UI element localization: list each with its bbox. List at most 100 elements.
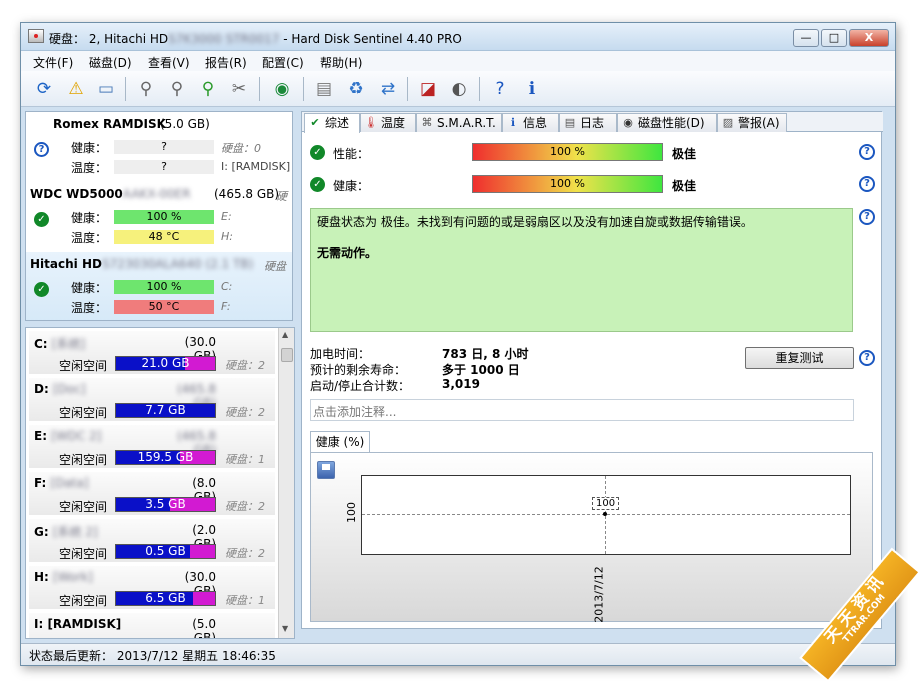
temp-label: 温度：	[71, 231, 108, 245]
report-icon[interactable]: ▤	[311, 76, 337, 102]
power-on-label: 加电时间：	[310, 347, 371, 361]
chart-data-point	[603, 512, 607, 516]
health-grade: 极佳	[672, 179, 697, 193]
magnifier-icon[interactable]: ⚲	[164, 76, 190, 102]
menu-report[interactable]: 报告(R)	[205, 54, 247, 71]
network-icon[interactable]: ⇄	[375, 76, 401, 102]
title-bar[interactable]: 硬盘： 2, Hitachi HDS7K3000 STR0017 - Hard …	[21, 23, 895, 51]
partition-disk-ref: 硬盘：1	[225, 453, 265, 466]
partition-list: C: [系统] (30.0 GB) 空闲空间 21.0 GB 硬盘：2 D: […	[25, 327, 295, 639]
partition-size: (5.0 GB)	[192, 617, 216, 639]
sync-icon[interactable]: ♻	[343, 76, 369, 102]
save-icon[interactable]	[317, 461, 335, 479]
partition-item[interactable]: H: [Work] (30.0 GB) 空闲空间 6.5 GB 硬盘：1	[29, 566, 275, 610]
toolbar: ⟳ ⚠ ▭ ⚲ ⚲ ⚲ ✂ ◉ ▤ ♻ ⇄ ◪ ◐ ? ℹ	[21, 71, 895, 107]
performance-status-icon: ✓	[310, 145, 325, 160]
tab-overview[interactable]: ✔ 综述	[304, 113, 360, 133]
minimize-button[interactable]: —	[793, 29, 819, 47]
disk-item-wdc[interactable]: WDC WD5000AAKX-00ER (465.8 GB) 硬 ✓ 健康： 1…	[26, 182, 292, 252]
window-title: 硬盘： 2, Hitachi HDS7K3000 STR0017 - Hard …	[49, 32, 462, 46]
partition-item[interactable]: C: [系统] (30.0 GB) 空闲空间 21.0 GB 硬盘：2	[29, 331, 275, 375]
scroll-down-icon[interactable]: ▼	[282, 624, 288, 633]
menu-config[interactable]: 配置(C)	[262, 54, 304, 71]
magnifier-ok-icon[interactable]: ⚲	[195, 76, 221, 102]
partition-item[interactable]: I: [RAMDISK] (5.0 GB)	[29, 613, 275, 639]
status-bar: 状态最后更新： 2013/7/12 星期五 18:46:35	[21, 643, 895, 665]
disk-icon[interactable]: ▭	[93, 76, 119, 102]
menu-view[interactable]: 查看(V)	[148, 54, 190, 71]
tab-alerts[interactable]: ▨ 警报(A)	[717, 113, 787, 132]
toolbar-separator	[259, 77, 260, 101]
disk-item-ramdisk[interactable]: Romex RAMDISK (5.0 GB) ? 健康： ? 硬盘：0 温度： …	[26, 112, 292, 182]
menu-file[interactable]: 文件(F)	[33, 54, 73, 71]
check-icon: ✓	[34, 282, 49, 297]
check-icon: ✓	[34, 212, 49, 227]
temp-bar: ?	[114, 160, 214, 174]
title-blurred-model: S7K3000 STR0017	[168, 32, 280, 46]
free-space-label: 空闲空间	[59, 594, 108, 608]
scroll-thumb[interactable]	[281, 348, 293, 362]
health-label: 健康：	[71, 141, 108, 155]
performance-bar: 100 %	[472, 143, 663, 161]
disk-trail: E:	[221, 210, 232, 223]
close-button[interactable]: X	[849, 29, 889, 47]
action-text: 无需动作。	[317, 246, 378, 260]
info-icon[interactable]: ℹ	[519, 76, 545, 102]
partition-item[interactable]: D: [Doc] (465.8 GB) 空闲空间 7.7 GB 硬盘：2	[29, 378, 275, 422]
disk-item-hitachi[interactable]: Hitachi HDS723030ALA640 (2.1 TB) 硬盘 ✓ 健康…	[26, 252, 292, 320]
note-input[interactable]: 点击添加注释...	[310, 399, 854, 421]
disk-size: (5.0 GB)	[160, 117, 210, 131]
help-icon[interactable]: ?	[487, 76, 513, 102]
tab-temperature[interactable]: 🌡 温度	[360, 113, 416, 132]
toolbar-separator	[125, 77, 126, 101]
partition-disk-ref: 硬盘：2	[225, 547, 265, 560]
partition-scrollbar[interactable]: ▲ ▼	[278, 328, 294, 638]
tools-icon[interactable]: ✂	[226, 76, 252, 102]
thermometer-icon: 🌡	[364, 116, 378, 129]
menu-help[interactable]: 帮助(H)	[320, 54, 362, 71]
free-space-label: 空闲空间	[59, 359, 108, 373]
partition-item[interactable]: G: [系统 2] (2.0 GB) 空闲空间 0.5 GB 硬盘：2	[29, 519, 275, 563]
scroll-up-icon[interactable]: ▲	[282, 330, 288, 339]
menu-disk[interactable]: 磁盘(D)	[89, 54, 132, 71]
disk-trail: F:	[221, 300, 231, 313]
free-space-bar: 3.5 GB	[115, 497, 216, 512]
lifetime-value: 多于 1000 日	[442, 363, 520, 377]
partition-item[interactable]: F: [Data] (8.0 GB) 空闲空间 3.5 GB 硬盘：2	[29, 472, 275, 516]
free-space-label: 空闲空间	[59, 500, 108, 514]
magnifier-icon[interactable]: ⚲	[133, 76, 159, 102]
warning-icon[interactable]: ⚠	[63, 76, 89, 102]
toolbar-separator	[407, 77, 408, 101]
tab-info[interactable]: ℹ 信息	[502, 113, 559, 132]
y-tick-label: 100	[345, 502, 358, 523]
temp-label: 温度：	[71, 161, 108, 175]
health-bar: 100 %	[472, 175, 663, 193]
partition-label: H: [Work]	[34, 570, 93, 584]
health-chart: 100 100 2013/7/12	[310, 452, 873, 623]
globe-icon[interactable]: ◉	[269, 76, 295, 102]
partition-item[interactable]: E: [WDC 2] (465.8 GB) 空闲空间 159.5 GB 硬盘：1	[29, 425, 275, 469]
help-icon[interactable]: ?	[859, 350, 875, 366]
help-icon[interactable]: ?	[859, 176, 875, 192]
health-label: 健康：	[71, 211, 108, 225]
maximize-button[interactable]: □	[821, 29, 847, 47]
health-bar: 100 %	[114, 210, 214, 224]
menu-bar: 文件(F) 磁盘(D) 查看(V) 报告(R) 配置(C) 帮助(H)	[21, 51, 895, 71]
app-icon[interactable]	[28, 29, 44, 43]
help-icon[interactable]: ?	[859, 144, 875, 160]
chart-tab-health[interactable]: 健康 (%)	[310, 431, 370, 453]
x-tick-label: 2013/7/12	[592, 566, 606, 623]
disk-name: Hitachi HDS723030ALA640 (2.1 TB)	[30, 257, 254, 271]
speaker-icon[interactable]: ◐	[446, 76, 472, 102]
free-space-bar: 6.5 GB	[115, 591, 216, 606]
help-icon[interactable]: ?	[859, 209, 875, 225]
tab-disk-performance[interactable]: ◉ 磁盘性能(D)	[617, 113, 717, 132]
disk-name: Romex RAMDISK	[53, 117, 166, 131]
chart-icon[interactable]: ◪	[415, 76, 441, 102]
app-name: - Hard Disk Sentinel 4.40 PRO	[283, 32, 462, 46]
retest-button[interactable]: 重复测试	[745, 347, 854, 369]
tab-log[interactable]: ▤ 日志	[559, 113, 617, 132]
partition-disk-ref: 硬盘：1	[225, 594, 265, 607]
tab-smart[interactable]: ⌘ S.M.A.R.T.	[416, 113, 502, 132]
refresh-icon[interactable]: ⟳	[31, 76, 57, 102]
